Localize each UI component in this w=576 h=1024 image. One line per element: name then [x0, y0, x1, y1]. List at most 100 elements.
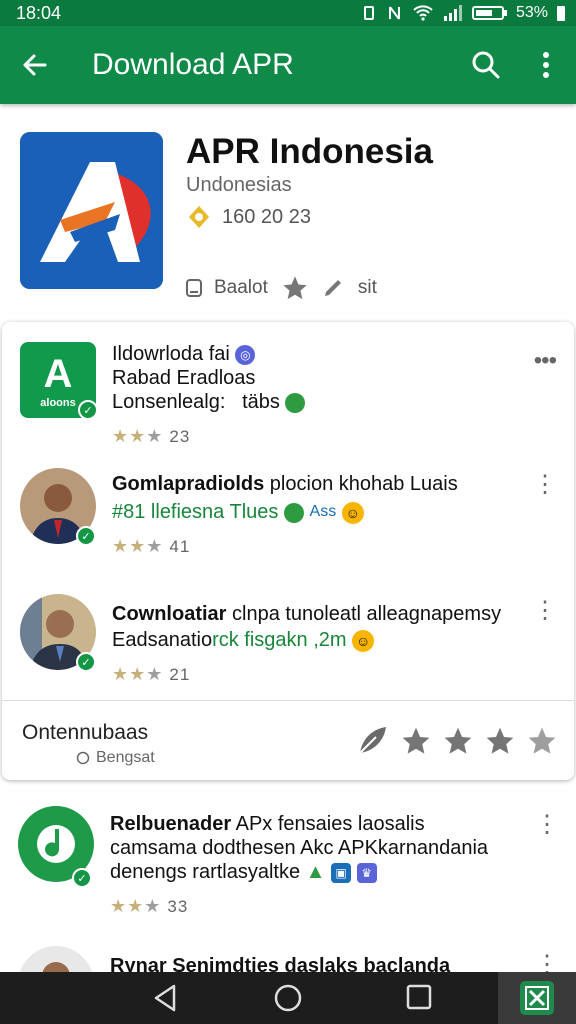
feather-icon[interactable] — [354, 723, 390, 759]
verified-check-icon: ✓ — [78, 400, 98, 420]
more-vert-icon[interactable]: ⋮ — [535, 813, 559, 837]
rating-stars: ★★★ 41 — [112, 536, 191, 556]
award-icon — [189, 206, 209, 228]
vibrate-icon — [363, 6, 374, 20]
app-meta-left: Baalot — [214, 277, 268, 298]
more-vert-icon[interactable]: ⋮ — [535, 953, 559, 977]
crown-badge-icon: ♛ — [356, 862, 377, 883]
rating-stars: ★★★ 23 — [112, 426, 191, 446]
item-line3: denengs rartlasyaltke — [110, 861, 301, 883]
avatar-letter: A — [43, 351, 73, 396]
verified-check-icon: ✓ — [72, 868, 92, 888]
rating-stars: ★★★ 21 — [112, 664, 191, 684]
excel-like-app-icon — [520, 981, 554, 1015]
app-badge-icon: ▣ — [331, 862, 352, 883]
nav-back-icon — [154, 984, 176, 1012]
verified-check-icon: ✓ — [76, 526, 96, 546]
item-line1: Ildowrloda fai — [112, 343, 230, 365]
list-item[interactable]: ✓ Gomlapradiolds plocion khohab Luais #8… — [2, 468, 574, 578]
app-header: APR Indonesia Undonesias 160 20 23 Baalo… — [0, 104, 576, 310]
list-item-text: Ildowrloda fai ◎ Rabad Eradloas Lonsenle… — [112, 342, 524, 449]
item-title: Relbuenader — [110, 813, 232, 835]
list-item[interactable]: A aloons ✓ Ildowrloda fai ◎ Rabad Eradlo… — [2, 342, 574, 452]
nav-back-button[interactable] — [150, 982, 182, 1019]
list-item[interactable]: ✓ Cownloatiar clnpa tunoleatl alleagnape… — [2, 594, 574, 694]
battery-icon — [471, 6, 507, 20]
battery-percent: 53% — [515, 4, 548, 21]
nav-recents-button[interactable] — [404, 982, 434, 1017]
list-item[interactable]: ✓ Relbuenader APx fensaies laosalis cams… — [0, 806, 576, 936]
status-icons: 53% — [360, 4, 566, 22]
smile-emoji-icon: ☺ — [341, 501, 364, 524]
wifi-icon — [413, 5, 433, 21]
item-line2: #81 llefiesna Tlues — [112, 501, 279, 523]
more-vert-icon[interactable]: ⋮ — [533, 599, 557, 623]
avatar-caption: aloons — [40, 396, 76, 409]
app-avatar: A aloons ✓ — [20, 342, 98, 420]
app-publisher[interactable]: Undonesias — [186, 174, 292, 197]
list-item-text: Gomlapradiolds plocion khohab Luais #81 … — [112, 472, 524, 559]
up-arrow-icon: ▲ — [305, 861, 326, 883]
item-line3: Lonsenlealg: täbs — [112, 391, 280, 413]
card-footer: Ontennubaas Bengsat — [2, 700, 574, 780]
item-line1: APx fensaies laosalis — [231, 813, 425, 835]
leaf-icon — [285, 392, 306, 413]
status-time: 18:04 — [16, 2, 62, 23]
app-rating: 160 20 23 — [186, 204, 311, 230]
more-vert-icon — [543, 52, 549, 78]
app-toolbar: Download APR — [0, 26, 576, 104]
item-line2: Rabad Eradloas — [112, 367, 256, 389]
nav-home-icon — [274, 984, 302, 1012]
more-horiz-icon[interactable]: ••• — [534, 349, 557, 373]
app-logo-icon — [20, 132, 163, 289]
rating-count: 21 — [169, 665, 191, 684]
rating-count: 33 — [167, 897, 189, 916]
rate-star-3-icon[interactable] — [484, 725, 516, 757]
item-title: Cownloatiar — [112, 603, 227, 625]
item-line2: camsama dodthesen Akc APKkarnandania — [110, 837, 489, 859]
search-icon — [472, 51, 500, 79]
badge-icon: ◎ — [235, 344, 256, 365]
person-icon — [186, 279, 202, 297]
back-arrow-icon — [23, 54, 47, 76]
app-shortcut-button[interactable] — [498, 972, 576, 1024]
app-rating-text: 160 20 23 — [222, 205, 311, 228]
search-button[interactable] — [456, 50, 516, 80]
item-line1: clnpa tunoleatl alleagnapemsy — [226, 603, 502, 625]
verified-check-icon: ✓ — [76, 652, 96, 672]
clock-icon — [76, 751, 90, 765]
app-name: APR Indonesia — [186, 132, 433, 171]
nav-home-button[interactable] — [272, 982, 304, 1019]
list-item-text: Relbuenader APx fensaies laosalis camsam… — [110, 812, 526, 919]
footer-actions — [354, 723, 558, 759]
rating-count: 23 — [169, 427, 191, 446]
app-meta-right: sit — [357, 277, 377, 298]
list-item-text: Cownloatiar clnpa tunoleatl alleagnapems… — [112, 602, 524, 687]
toolbar-title: Download APR — [92, 48, 294, 81]
smile-emoji-icon: ☺ — [352, 629, 375, 652]
item-line2: Eadsanatio — [112, 629, 213, 651]
rate-star-1-icon[interactable] — [400, 725, 432, 757]
leaf-icon — [283, 502, 304, 523]
footer-subtitle: Bengsat — [96, 749, 155, 766]
nfc-icon — [388, 6, 400, 20]
back-button[interactable] — [0, 51, 70, 79]
item-line1: plocion khohab Luais — [264, 473, 458, 495]
app-meta: Baalot sit — [186, 274, 377, 302]
item-title: Gomlapradiolds — [112, 473, 265, 495]
nav-recents-icon — [406, 984, 432, 1010]
signal-icon — [443, 5, 462, 21]
overflow-menu-button[interactable] — [516, 50, 576, 80]
item-line2-extra: rck fisgakn ,2m — [212, 629, 347, 651]
rating-count: 41 — [169, 537, 191, 556]
more-vert-icon[interactable]: ⋮ — [533, 473, 557, 497]
edit-icon[interactable] — [322, 276, 346, 300]
rate-star-4-icon[interactable] — [526, 725, 558, 757]
rating-stars: ★★★ 33 — [110, 896, 189, 916]
star-icon[interactable] — [280, 274, 310, 302]
rate-star-2-icon[interactable] — [442, 725, 474, 757]
battery-small-icon — [557, 6, 565, 21]
status-bar: 18:04 53% — [0, 0, 576, 26]
footer-title: Ontennubaas — [22, 721, 149, 744]
item-line2-extra: Ass — [309, 503, 337, 520]
